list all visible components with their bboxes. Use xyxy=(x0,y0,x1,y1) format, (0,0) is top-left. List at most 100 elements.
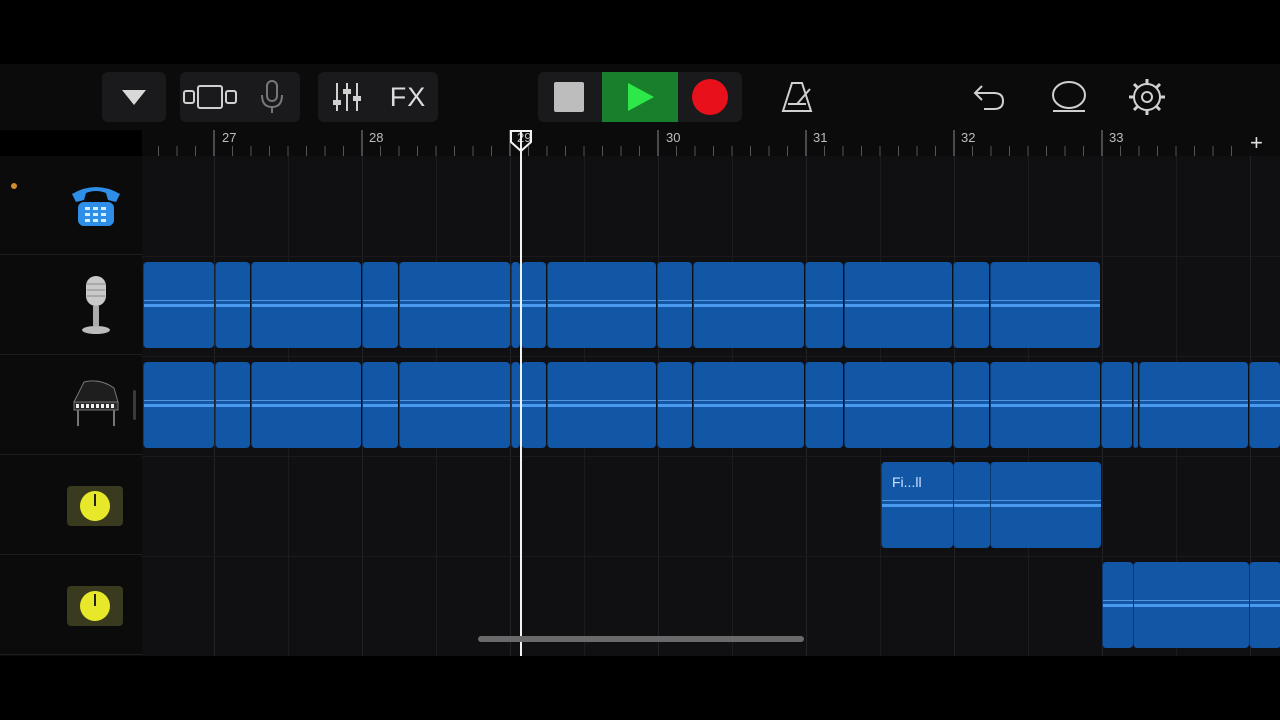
waveform-detail xyxy=(548,400,656,401)
audio-region[interactable] xyxy=(953,362,989,448)
audio-region[interactable] xyxy=(1133,362,1138,448)
audio-region[interactable] xyxy=(215,362,250,448)
tracks-area[interactable]: Fi...ll xyxy=(142,156,1280,656)
waveform-detail xyxy=(954,400,989,401)
audio-region[interactable] xyxy=(1101,362,1132,448)
bar-number-28: 28 xyxy=(369,130,384,145)
audio-region[interactable] xyxy=(521,362,546,448)
playhead[interactable] xyxy=(510,130,532,656)
track-header-phone[interactable] xyxy=(0,156,142,255)
audio-region[interactable] xyxy=(805,362,843,448)
track-header-vocal[interactable] xyxy=(0,256,142,355)
waveform xyxy=(658,304,692,307)
audio-region[interactable] xyxy=(143,362,214,448)
audio-region[interactable] xyxy=(1139,362,1248,448)
waveform-detail xyxy=(400,300,510,301)
track-resize-handle[interactable] xyxy=(133,390,136,420)
playhead-handle[interactable] xyxy=(509,130,533,152)
waveform-detail xyxy=(694,300,804,301)
triangle-down-icon[interactable] xyxy=(102,72,166,122)
metronome-button[interactable] xyxy=(772,72,822,122)
waveform xyxy=(1140,404,1248,407)
waveform xyxy=(400,404,510,407)
audio-region[interactable] xyxy=(362,362,398,448)
audio-region[interactable] xyxy=(143,262,214,348)
audio-region[interactable] xyxy=(693,262,804,348)
audio-region[interactable] xyxy=(844,362,952,448)
audio-region[interactable] xyxy=(399,262,510,348)
waveform-detail xyxy=(845,400,952,401)
waveform-detail xyxy=(1134,400,1138,401)
audio-region[interactable] xyxy=(511,362,520,448)
mixer-sliders-icon[interactable] xyxy=(322,72,372,122)
track-header-fx-1[interactable] xyxy=(0,456,142,555)
add-section-button[interactable]: + xyxy=(1250,130,1263,156)
bar-number-32: 32 xyxy=(961,130,976,145)
audio-region[interactable] xyxy=(657,362,692,448)
waveform xyxy=(512,304,520,307)
audio-region[interactable] xyxy=(521,262,546,348)
timeline-ruler[interactable]: 27 28 29 30 31 32 33 + xyxy=(142,130,1280,156)
waveform xyxy=(144,304,214,307)
audio-region[interactable] xyxy=(547,362,656,448)
waveform xyxy=(991,504,1101,507)
audio-region[interactable] xyxy=(693,362,804,448)
audio-region[interactable] xyxy=(990,362,1100,448)
track-header-piano[interactable] xyxy=(0,356,142,455)
loop-browser-button[interactable] xyxy=(1046,72,1092,122)
audio-region[interactable] xyxy=(805,262,843,348)
audio-region[interactable] xyxy=(251,262,361,348)
audio-region[interactable] xyxy=(844,262,952,348)
audio-region[interactable] xyxy=(362,262,398,348)
waveform xyxy=(1134,604,1249,607)
waveform xyxy=(806,404,843,407)
bar-number-31: 31 xyxy=(813,130,828,145)
tracks-view-icon[interactable] xyxy=(182,72,238,122)
waveform-detail xyxy=(216,400,250,401)
undo-button[interactable] xyxy=(966,72,1012,122)
audio-region[interactable] xyxy=(1249,362,1280,448)
lane-phone[interactable] xyxy=(142,156,1280,257)
waveform-detail xyxy=(954,500,990,501)
bar-number-33: 33 xyxy=(1109,130,1124,145)
audio-region[interactable] xyxy=(1102,562,1133,648)
record-button[interactable] xyxy=(682,72,738,122)
play-button[interactable] xyxy=(602,72,678,122)
settings-button[interactable] xyxy=(1124,72,1170,122)
audio-region[interactable] xyxy=(251,362,361,448)
track-headers xyxy=(0,156,142,656)
horizontal-scrollbar[interactable] xyxy=(478,636,804,642)
audio-region[interactable] xyxy=(657,262,692,348)
waveform xyxy=(216,304,250,307)
waveform-detail xyxy=(806,300,843,301)
undo-icon xyxy=(973,85,1005,110)
audio-region[interactable] xyxy=(990,262,1100,348)
audio-region[interactable] xyxy=(953,462,990,548)
audio-region[interactable] xyxy=(511,262,520,348)
fx-label: FX xyxy=(389,81,427,112)
audio-region[interactable] xyxy=(1249,562,1280,648)
audio-region[interactable] xyxy=(215,262,250,348)
audio-region[interactable] xyxy=(953,262,989,348)
waveform xyxy=(548,404,656,407)
bar-number-27: 27 xyxy=(222,130,237,145)
waveform-detail xyxy=(144,300,214,301)
waveform xyxy=(1103,604,1133,607)
microphone-icon[interactable] xyxy=(252,72,292,122)
audio-region[interactable] xyxy=(547,262,656,348)
track-indicator-dot xyxy=(11,183,17,189)
track-header-fx-2[interactable] xyxy=(0,556,142,655)
waveform-detail xyxy=(216,300,250,301)
fx-button[interactable]: FX xyxy=(382,72,434,122)
audio-region[interactable] xyxy=(990,462,1101,548)
audio-region[interactable]: Fi...ll xyxy=(881,462,953,548)
audio-region[interactable] xyxy=(399,362,510,448)
stop-icon xyxy=(554,82,584,112)
stop-button[interactable] xyxy=(540,72,598,122)
waveform xyxy=(1134,404,1138,407)
audio-region[interactable] xyxy=(1133,562,1249,648)
lane-fx-1[interactable] xyxy=(142,456,1280,557)
waveform-detail xyxy=(658,400,692,401)
ruler-ticks xyxy=(158,130,1232,156)
waveform-detail xyxy=(512,300,520,301)
